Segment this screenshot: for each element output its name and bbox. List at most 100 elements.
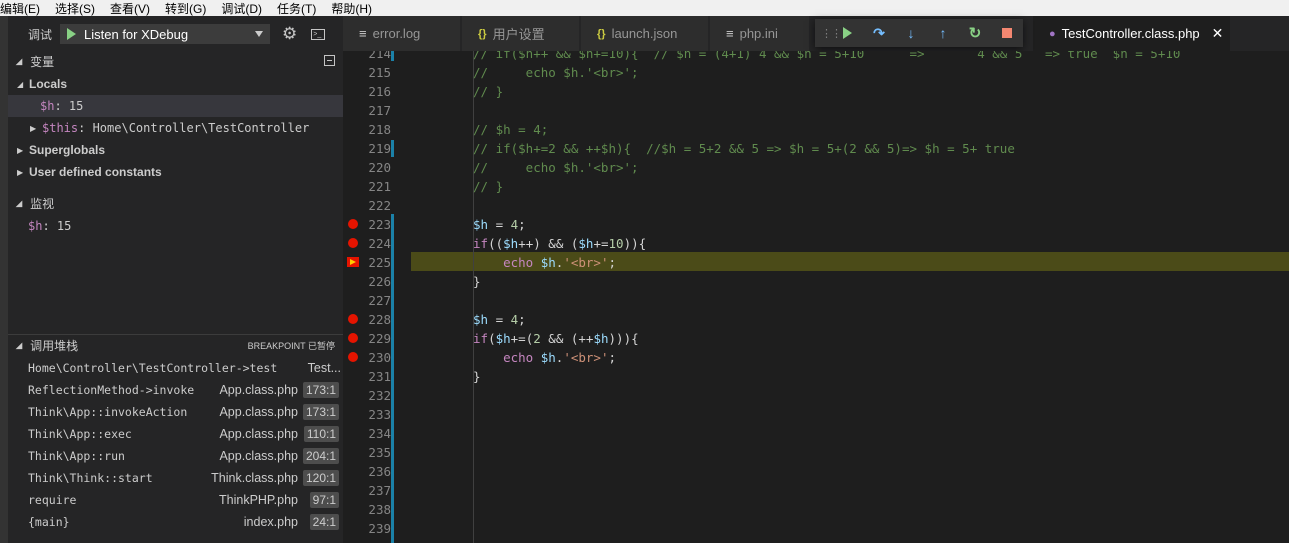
close-icon[interactable]: ✕ xyxy=(1212,25,1224,42)
line-number[interactable]: 227 xyxy=(343,291,391,310)
line-number[interactable]: 236 xyxy=(343,462,391,481)
drag-handle-icon[interactable]: ⋮⋮ xyxy=(821,27,842,40)
line-number[interactable]: 237 xyxy=(343,481,391,500)
stack-frame[interactable]: require ThinkPHP.php 97:1 xyxy=(8,489,343,511)
line-number[interactable]: 239 xyxy=(343,519,391,538)
tab-user-settings[interactable]: {} 用户设置 xyxy=(462,16,580,51)
breakpoint-icon[interactable] xyxy=(348,219,358,229)
line-number[interactable]: 216 xyxy=(343,82,391,101)
line-number[interactable]: 221 xyxy=(343,177,391,196)
variables-header[interactable]: ◢ 变量 xyxy=(8,50,343,72)
scope-superglobals[interactable]: ▶ Superglobals xyxy=(8,139,343,161)
code-line: if(($h++) && ($h+=10)){ xyxy=(473,236,647,251)
stop-button[interactable] xyxy=(999,25,1015,41)
frame-name: require xyxy=(28,493,77,507)
current-breakpoint-icon[interactable] xyxy=(347,257,359,267)
line-number[interactable]: 219 xyxy=(343,139,391,158)
menu-debug[interactable]: 调试(D) xyxy=(213,0,269,17)
continue-button[interactable] xyxy=(839,25,855,41)
code-line-current: echo $h.'<br>'; xyxy=(473,255,617,270)
line-number[interactable]: 238 xyxy=(343,500,391,519)
line-number[interactable]: 234 xyxy=(343,424,391,443)
step-over-icon: ↷ xyxy=(873,25,885,41)
line-number[interactable]: 215 xyxy=(343,63,391,82)
stop-icon xyxy=(1002,28,1012,38)
stack-frame[interactable]: Think\App::exec App.class.php 110:1 xyxy=(8,423,343,445)
frame-line-badge: 173:1 xyxy=(302,404,339,420)
step-over-button[interactable]: ↷ xyxy=(871,25,887,41)
stack-frame[interactable]: ReflectionMethod->invoke App.class.php 1… xyxy=(8,379,343,401)
line-number[interactable]: 222 xyxy=(343,196,391,215)
restart-button[interactable]: ↻ xyxy=(967,25,983,41)
launch-config-select[interactable]: Listen for XDebug xyxy=(60,24,271,44)
debug-action-bar: ⋮⋮ ↷ ↓ ↑ ↻ xyxy=(815,19,1023,47)
scope-label: Locals xyxy=(29,77,68,91)
breakpoint-icon[interactable] xyxy=(348,352,358,362)
line-number[interactable]: 217 xyxy=(343,101,391,120)
collapse-all-icon[interactable] xyxy=(324,55,335,66)
debug-console-icon[interactable]: >_ xyxy=(311,28,326,40)
step-out-icon: ↑ xyxy=(939,25,947,41)
watch-expression[interactable]: $h : 15 xyxy=(8,215,343,237)
scope-locals[interactable]: ◢ Locals xyxy=(8,73,343,95)
menu-help[interactable]: 帮助(H) xyxy=(323,0,379,17)
step-out-button[interactable]: ↑ xyxy=(935,25,951,41)
variable-row[interactable]: ▶ $this : Home\Controller\TestController xyxy=(8,117,343,139)
stack-frame[interactable]: Think\Think::start Think.class.php 120:1 xyxy=(8,467,343,489)
frame-file: App.class.php xyxy=(219,427,298,441)
menu-view[interactable]: 查看(V) xyxy=(102,0,157,17)
start-debug-icon[interactable] xyxy=(67,28,77,40)
frame-name: Home\Controller\TestController->test xyxy=(28,361,278,375)
breakpoint-icon[interactable] xyxy=(348,333,358,343)
menu-selection[interactable]: 选择(S) xyxy=(47,0,102,17)
frame-name: ReflectionMethod->invoke xyxy=(28,383,195,397)
tab-launch-json[interactable]: {} launch.json xyxy=(581,16,709,51)
menu-edit[interactable]: 编辑(E) xyxy=(0,0,47,17)
code-line: // if($h++ && $h+=10){ // $h = (4+1) 4 &… xyxy=(473,51,1181,61)
collapsed-icon: ▶ xyxy=(17,167,24,177)
breakpoint-icon[interactable] xyxy=(348,238,358,248)
line-number[interactable]: 232 xyxy=(343,386,391,405)
variable-name: $this xyxy=(42,121,79,135)
tab-test-controller[interactable]: ● TestController.class.php ✕ xyxy=(1033,16,1231,51)
code-line: $h = 4; xyxy=(473,217,526,232)
frame-line-badge: 120:1 xyxy=(302,470,339,486)
line-number[interactable]: 231 xyxy=(343,367,391,386)
watch-header[interactable]: ◢ 监视 xyxy=(8,192,343,214)
debug-sidebar: 调试 Listen for XDebug ⚙ >_ ◢ 变量 ◢ Locals … xyxy=(8,16,343,543)
code-line: // echo $h.'<br>'; xyxy=(473,65,639,80)
line-number[interactable]: 218 xyxy=(343,120,391,139)
tab-label: error.log xyxy=(372,26,421,41)
call-stack-header[interactable]: ◢ 调用堆栈 BREAKPOINT 已暂停 xyxy=(8,334,343,356)
breakpoint-icon[interactable] xyxy=(348,314,358,324)
stack-frame[interactable]: Think\App::invokeAction App.class.php 17… xyxy=(8,401,343,423)
variable-row[interactable]: $h : 15 xyxy=(8,95,343,117)
code-line: // $h = 4; xyxy=(473,122,549,137)
menu-go[interactable]: 转到(G) xyxy=(157,0,213,17)
stack-frame[interactable]: {main} index.php 24:1 xyxy=(8,511,343,533)
step-into-button[interactable]: ↓ xyxy=(903,25,919,41)
line-number[interactable]: 214 xyxy=(343,51,391,63)
change-marker xyxy=(391,214,394,543)
frame-name: Think\App::run xyxy=(28,449,125,463)
line-number[interactable]: 235 xyxy=(343,443,391,462)
frame-file: App.class.php xyxy=(219,449,298,463)
change-marker xyxy=(391,140,394,157)
stack-frame[interactable]: Home\Controller\TestController->test Tes… xyxy=(8,357,343,379)
code-line: if($h+=(2 && (++$h))){ xyxy=(473,331,639,346)
scope-constants[interactable]: ▶ User defined constants xyxy=(8,161,343,183)
line-number[interactable]: 220 xyxy=(343,158,391,177)
menu-tasks[interactable]: 任务(T) xyxy=(269,0,323,17)
chevron-down-icon[interactable] xyxy=(255,31,264,37)
frame-line-badge: 173:1 xyxy=(302,382,339,398)
stack-frame[interactable]: Think\App::run App.class.php 204:1 xyxy=(8,445,343,467)
menu-bar: 编辑(E) 选择(S) 查看(V) 转到(G) 调试(D) 任务(T) 帮助(H… xyxy=(0,0,1289,16)
tab-error-log[interactable]: ≡ error.log xyxy=(343,16,461,51)
gear-icon[interactable]: ⚙ xyxy=(282,24,297,44)
line-number[interactable]: 226 xyxy=(343,272,391,291)
line-number[interactable]: 233 xyxy=(343,405,391,424)
code-editor[interactable]: 214 215 216 217 218 219 220 221 222 223 … xyxy=(343,51,1289,543)
tab-php-ini[interactable]: ≡ php.ini xyxy=(710,16,810,51)
frame-file: App.class.php xyxy=(219,405,298,419)
code-line: // if($h+=2 && ++$h){ //$h = 5+2 && 5 =>… xyxy=(473,141,1015,156)
